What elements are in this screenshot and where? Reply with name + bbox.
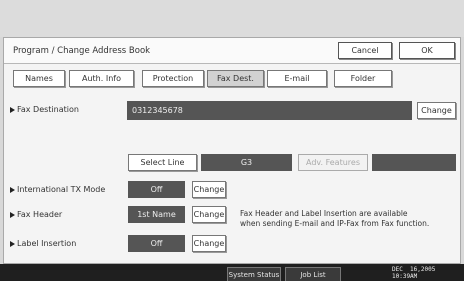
fax-header-info-text: Fax Header and Label Insertion are avail… bbox=[240, 209, 429, 229]
system-status-button[interactable]: System Status bbox=[227, 267, 281, 281]
fax-destination-change-button[interactable]: Change bbox=[417, 102, 456, 119]
top-band bbox=[0, 0, 464, 37]
bottom-bar: System Status Job List DEC 16,2005 10:39… bbox=[0, 264, 464, 281]
label-insertion-change-button[interactable]: Change bbox=[192, 235, 226, 252]
fax-destination-label-text: Fax Destination bbox=[17, 105, 79, 114]
time-text: 10:39AM bbox=[392, 273, 418, 280]
fax-header-label: Fax Header bbox=[10, 206, 62, 223]
international-tx-change-button[interactable]: Change bbox=[192, 181, 226, 198]
ok-button[interactable]: OK bbox=[399, 42, 455, 59]
address-book-panel: Program / Change Address Book Cancel OK … bbox=[3, 37, 461, 264]
tab-names[interactable]: Names bbox=[13, 70, 65, 87]
label-insertion-value: Off bbox=[128, 235, 185, 252]
label-insertion-label-text: Label Insertion bbox=[17, 239, 77, 248]
tab-folder[interactable]: Folder bbox=[334, 70, 392, 87]
arrow-right-icon bbox=[10, 211, 15, 218]
fax-header-value: 1st Name bbox=[128, 206, 185, 223]
date-time: DEC 16,2005 10:39AM bbox=[392, 266, 435, 280]
arrow-right-icon bbox=[10, 240, 15, 247]
cancel-button[interactable]: Cancel bbox=[338, 42, 392, 59]
arrow-right-icon bbox=[10, 106, 15, 113]
fax-header-change-button[interactable]: Change bbox=[192, 206, 226, 223]
international-tx-value: Off bbox=[128, 181, 185, 198]
info-line-2: when sending E-mail and IP-Fax from Fax … bbox=[240, 219, 430, 228]
page-title: Program / Change Address Book bbox=[13, 46, 151, 56]
panel-header: Program / Change Address Book Cancel OK bbox=[4, 38, 460, 64]
line-value: G3 bbox=[201, 154, 292, 171]
tab-email[interactable]: E-mail bbox=[267, 70, 327, 87]
label-insertion-label: Label Insertion bbox=[10, 235, 76, 252]
fax-destination-field[interactable]: 0312345678 bbox=[127, 101, 412, 120]
tab-auth-info[interactable]: Auth. Info bbox=[69, 70, 134, 87]
adv-features-value bbox=[372, 154, 456, 171]
select-line-button[interactable]: Select Line bbox=[128, 154, 197, 171]
tab-fax-dest[interactable]: Fax Dest. bbox=[207, 70, 264, 87]
job-list-button[interactable]: Job List bbox=[285, 267, 341, 281]
info-line-1: Fax Header and Label Insertion are avail… bbox=[240, 209, 408, 218]
arrow-right-icon bbox=[10, 186, 15, 193]
tab-protection[interactable]: Protection bbox=[142, 70, 204, 87]
fax-header-label-text: Fax Header bbox=[17, 210, 63, 219]
date-text: DEC 16,2005 bbox=[392, 266, 436, 273]
international-tx-label-text: International TX Mode bbox=[17, 185, 106, 194]
international-tx-label: International TX Mode bbox=[10, 181, 105, 198]
adv-features-button[interactable]: Adv. Features bbox=[298, 154, 368, 171]
fax-destination-label: Fax Destination bbox=[10, 101, 79, 118]
